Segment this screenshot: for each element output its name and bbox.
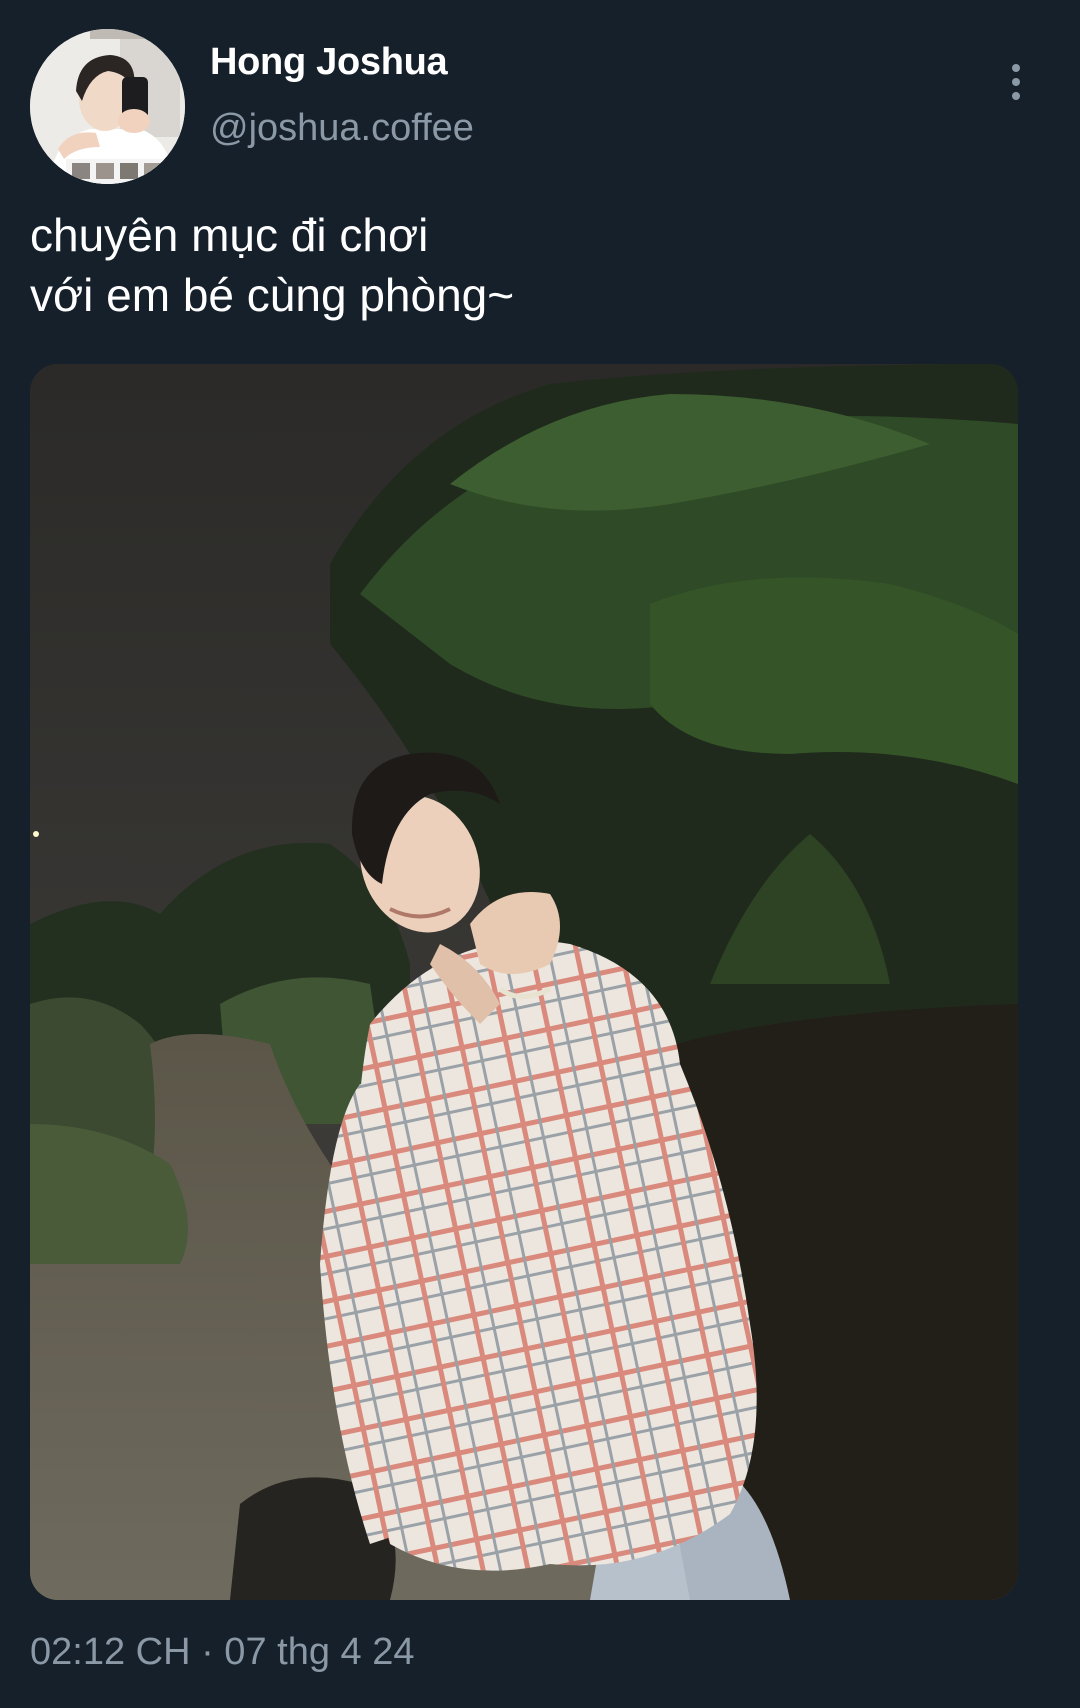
more-options-button[interactable] bbox=[996, 52, 1036, 112]
user-handle[interactable]: @joshua.coffee bbox=[210, 104, 474, 152]
vertical-dots-icon-dot bbox=[1012, 78, 1020, 86]
tweet-timestamp[interactable]: 02:12 CH · 07 thg 4 24 bbox=[30, 1628, 414, 1676]
night-portrait-photo bbox=[30, 364, 1018, 1600]
avatar-photo bbox=[30, 29, 185, 184]
tweet-text: chuyên mục đi chơi với em bé cùng phòng~ bbox=[30, 209, 515, 321]
tweet-header: Hong Joshua @joshua.coffee bbox=[0, 0, 1080, 200]
vertical-dots-icon-dot bbox=[1012, 92, 1020, 100]
display-name[interactable]: Hong Joshua bbox=[210, 38, 448, 86]
tweet-photo[interactable] bbox=[30, 364, 1018, 1600]
avatar[interactable] bbox=[30, 29, 185, 184]
vertical-dots-icon bbox=[1012, 64, 1020, 72]
